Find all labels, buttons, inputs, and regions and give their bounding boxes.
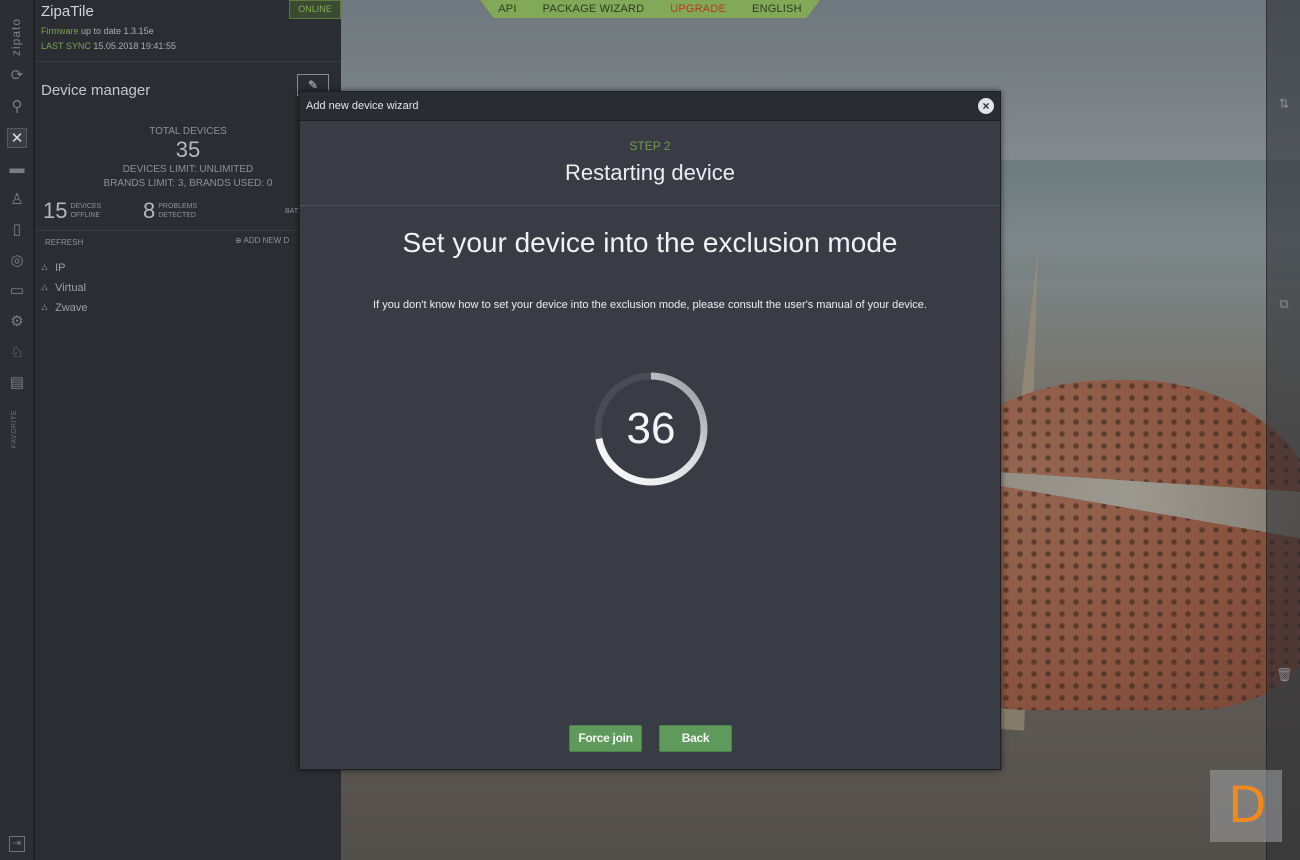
firmware-text: up to date 1.3.15e: [81, 26, 154, 36]
device-stats: TOTAL DEVICES 35 DEVICES LIMIT: UNLIMITE…: [35, 126, 341, 191]
status-badge: ONLINE: [289, 0, 341, 19]
rules-icon[interactable]: ▯: [7, 220, 27, 240]
scenes-icon[interactable]: ▬: [7, 159, 27, 179]
save-icon[interactable]: ▤: [7, 373, 27, 393]
last-sync: LAST SYNC 15.05.2018 19:41:55: [41, 41, 335, 51]
nav-language[interactable]: ENGLISH: [739, 3, 815, 15]
devices-limit: DEVICES LIMIT: UNLIMITED: [122, 164, 254, 175]
panel-divider: [35, 230, 341, 231]
offline-value: 15: [43, 198, 68, 223]
tree-item-zwave[interactable]: ⛼ Zwave: [41, 298, 87, 318]
section-title: Device manager: [41, 82, 151, 99]
countdown-timer: 36: [593, 371, 709, 487]
sync-label: LAST SYNC: [41, 41, 91, 51]
network-icon: ⛼: [41, 302, 49, 312]
zipato-logo: zipato: [9, 17, 23, 56]
step-header: STEP 2 Restarting device: [300, 121, 1000, 206]
network-icon: ⛼: [41, 282, 49, 292]
step-label: STEP 2: [629, 139, 671, 153]
panel-header: ZipaTile Firmware up to date 1.3.15e LAS…: [35, 0, 341, 62]
top-nav: API PACKAGE WIZARD UPGRADE ENGLISH: [480, 0, 820, 18]
right-sidebar: ⇅ ⧉ 🗑: [1266, 0, 1300, 860]
sync-time: 15.05.2018 19:41:55: [93, 41, 176, 51]
search-icon[interactable]: ⚲: [7, 97, 27, 117]
problems-label-line2: DETECTED: [158, 212, 196, 219]
tree-item-label: Virtual: [55, 282, 87, 294]
cameras-icon[interactable]: ◎: [7, 251, 27, 271]
firmware-status: Firmware up to date 1.3.15e: [41, 26, 335, 36]
exit-icon[interactable]: ⇥: [9, 836, 25, 852]
icon-sidebar: zipato ⟳ ⚲ ✕ ▬ ♙ ▯ ◎ ▭ ⚙ ♘ ▤ FAVORITE ⇥: [0, 0, 34, 860]
offline-label-line2: OFFLINE: [70, 212, 101, 219]
nav-upgrade[interactable]: UPGRADE: [657, 3, 739, 15]
folder-icon[interactable]: ▭: [7, 281, 27, 301]
trash-icon[interactable]: 🗑: [1276, 667, 1293, 683]
modal-title: Add new device wizard: [306, 100, 419, 112]
force-join-button[interactable]: Force join: [569, 725, 642, 752]
plus-circle-icon: ⊕: [235, 236, 242, 245]
sort-icon[interactable]: ⇅: [1276, 96, 1292, 112]
device-mini-stats: 15 DEVICESOFFLINE 8 PROBLEMSDETECTED LBA…: [43, 198, 341, 226]
offline-label: DEVICES OFFLINE: [70, 202, 101, 220]
tree-item-label: Zwave: [55, 302, 88, 314]
settings-icon[interactable]: ⚙: [7, 312, 27, 332]
brand-letter: D: [1228, 776, 1267, 834]
refresh-link[interactable]: REFRESH: [45, 238, 83, 247]
network-tree: ⛼ IP ⛼ Virtual ⛼ Zwave: [41, 258, 87, 318]
awards-icon[interactable]: ♘: [7, 343, 27, 363]
devices-icon[interactable]: ✕: [7, 128, 27, 148]
instruction-description: If you don't know how to set your device…: [373, 299, 927, 311]
brand-badge: D: [1210, 770, 1282, 842]
countdown-value: 36: [626, 404, 676, 453]
device-panel: ZipaTile Firmware up to date 1.3.15e LAS…: [35, 0, 341, 860]
offline-stat: 15 DEVICES OFFLINE: [43, 198, 101, 224]
modal-header: Add new device wizard ×: [300, 92, 1000, 121]
tree-item-virtual[interactable]: ⛼ Virtual: [41, 278, 87, 298]
firmware-label: Firmware: [41, 26, 79, 36]
add-device-wizard-modal: Add new device wizard × STEP 2 Restartin…: [299, 91, 1001, 770]
users-icon[interactable]: ♙: [7, 190, 27, 210]
total-devices-value: 35: [175, 137, 201, 162]
tree-item-label: IP: [55, 262, 66, 274]
brands-limit: BRANDS LIMIT: 3, BRANDS USED: 0: [103, 178, 273, 189]
tree-item-ip[interactable]: ⛼ IP: [41, 258, 87, 278]
network-icon: ⛼: [41, 262, 49, 272]
add-new-device-link[interactable]: ⊕ ADD NEW D: [235, 236, 289, 245]
refresh-icon[interactable]: ⟳: [7, 66, 27, 86]
offline-label-line1: DEVICES: [70, 203, 102, 210]
problems-value: 8: [143, 198, 156, 223]
favorite-label[interactable]: FAVORITE: [11, 410, 18, 448]
problems-label: PROBLEMS DETECTED: [158, 202, 197, 220]
close-icon[interactable]: ×: [978, 98, 994, 114]
external-link-icon[interactable]: ⧉: [1276, 296, 1292, 312]
step-title: Restarting device: [565, 160, 735, 185]
total-devices-label: TOTAL DEVICES: [149, 126, 227, 137]
nav-package-wizard[interactable]: PACKAGE WIZARD: [530, 3, 658, 15]
problems-label-line1: PROBLEMS: [158, 203, 198, 210]
back-button[interactable]: Back: [659, 725, 732, 752]
problems-stat: 8 PROBLEMS DETECTED: [143, 198, 197, 224]
nav-api[interactable]: API: [485, 3, 529, 15]
instruction-heading: Set your device into the exclusion mode: [402, 227, 898, 258]
add-new-label: ADD NEW D: [243, 236, 290, 245]
